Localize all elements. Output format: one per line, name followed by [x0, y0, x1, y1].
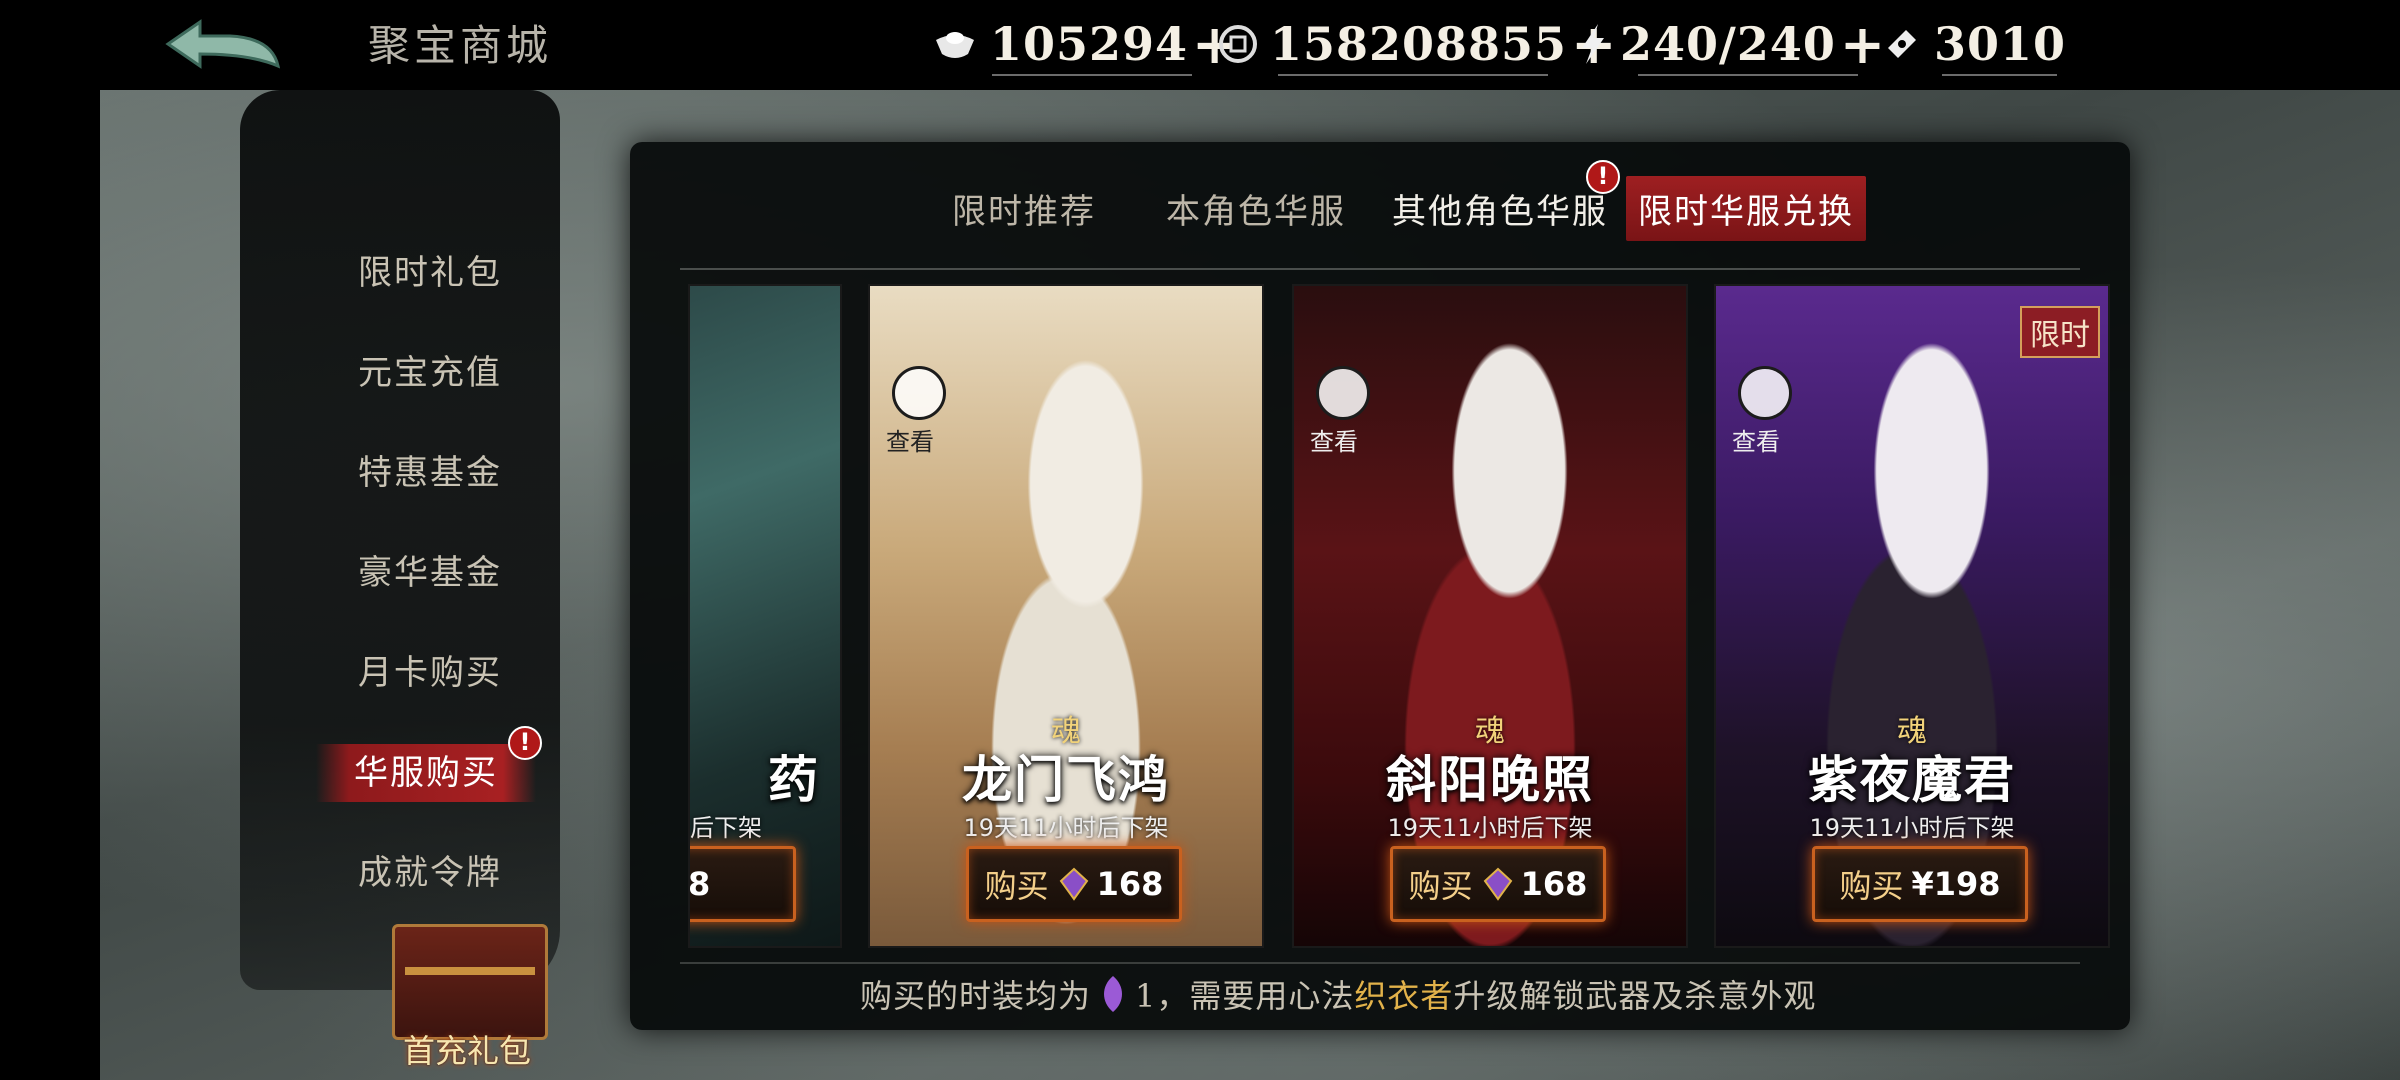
sidebar-item-discount-fund[interactable]: 特惠基金	[320, 444, 540, 502]
costume-card[interactable]: 查看 魂 龙门飞鸿 19天11小时后下架 购买 168	[868, 284, 1264, 948]
top-bar: 聚宝商城 105294 + 158208855 + 240/240 + 3010	[0, 0, 2400, 90]
costume-timer: 19天11小时后下架	[1387, 814, 1593, 842]
soul-gem-icon	[1483, 867, 1512, 901]
view-button[interactable]: 查看	[882, 366, 952, 456]
buy-button[interactable]: 购买 168	[966, 846, 1182, 922]
footer-text-2: 1，需要用心法	[1135, 977, 1355, 1015]
add-stamina-button[interactable]: +	[1840, 17, 1885, 71]
treasure-chest-icon	[392, 924, 548, 1040]
view-button[interactable]: 查看	[1306, 366, 1376, 456]
sidebar-item-costume-purchase[interactable]: 华服购买	[316, 744, 536, 802]
sidebar-item-luxury-fund[interactable]: 豪华基金	[320, 544, 540, 602]
ticket-icon	[1882, 21, 1922, 67]
costume-timer: 19天11小时后下架	[1809, 814, 2015, 842]
costume-name: 紫夜魔君	[1808, 750, 2016, 809]
silver-ingot-icon	[932, 21, 978, 67]
footer-text-3: 升级解锁武器及杀意外观	[1453, 977, 1817, 1015]
tab-alert-badge: !	[1586, 160, 1620, 194]
soul-gem-icon	[1059, 867, 1088, 901]
stamina-amount: 240/240	[1620, 17, 1836, 71]
coin-amount: 158208855	[1270, 17, 1568, 71]
soul-gem-icon	[1104, 976, 1123, 1012]
footer-divider	[680, 962, 2080, 964]
tab-limited-costume-exchange[interactable]: 限时华服兑换	[1626, 176, 1866, 241]
sidebar-item-achievement-token[interactable]: 成就令牌	[320, 844, 540, 902]
footer-text-1: 购买的时装均为	[860, 977, 1092, 1015]
silver-resource: 105294 +	[932, 14, 1237, 76]
ticket-resource: 3010	[1882, 14, 2065, 76]
costume-name: 斜阳晚照	[1386, 750, 1594, 809]
sidebar-item-yuanbao-recharge[interactable]: 元宝充值	[320, 344, 540, 402]
first-charge-label: 首充礼包	[402, 1032, 531, 1070]
footer-highlight[interactable]: 织衣者	[1354, 971, 1453, 1017]
stamina-resource: 240/240 +	[1578, 14, 1885, 76]
lightning-icon	[1578, 21, 1608, 67]
magnifier-icon	[1738, 366, 1792, 420]
magnifier-icon	[1316, 366, 1370, 420]
costume-timer: 19天11小时后下架	[963, 814, 1169, 842]
tab-divider	[680, 268, 2080, 270]
costume-name-fragment: 药	[768, 750, 820, 809]
first-charge-gift-button[interactable]: 首充礼包	[372, 914, 562, 1074]
magnifier-icon	[892, 366, 946, 420]
view-button[interactable]: 查看	[1728, 366, 1798, 456]
sidebar-alert-badge: !	[508, 726, 542, 760]
silver-amount: 105294	[990, 17, 1189, 71]
buy-button[interactable]: 购买 168	[1390, 846, 1606, 922]
ticket-amount: 3010	[1934, 17, 2067, 71]
sidebar-item-limited-gift[interactable]: 限时礼包	[320, 244, 540, 302]
tab-limited-recommend[interactable]: 限时推荐	[952, 184, 1096, 233]
costume-card[interactable]: 查看 魂 斜阳晚照 19天11小时后下架 购买 168	[1292, 284, 1688, 948]
buy-button[interactable]: 购买 ¥198	[1812, 846, 2028, 922]
limited-badge: 限时	[2020, 306, 2100, 358]
costume-name: 龙门飞鸿	[962, 750, 1170, 809]
page-title: 聚宝商城	[368, 21, 553, 70]
sidebar-item-monthly-card[interactable]: 月卡购买	[320, 644, 540, 702]
coin-resource: 158208855 +	[1218, 14, 1616, 76]
tab-other-character-costume[interactable]: 其他角色华服	[1392, 184, 1608, 233]
buy-button-partial[interactable]: 68	[690, 846, 796, 922]
costume-timer-fragment: 后下架	[690, 814, 762, 842]
back-arrow-icon[interactable]	[160, 14, 290, 76]
tab-own-character-costume[interactable]: 本角色华服	[1166, 184, 1346, 233]
coin-icon	[1218, 21, 1258, 67]
costume-card-partial[interactable]: 药 后下架 68	[688, 284, 842, 948]
footer-note: 购买的时装均为 1，需要用心法 织衣者 升级解锁武器及杀意外观	[860, 970, 1900, 1018]
costume-card[interactable]: 限时 查看 魂 紫夜魔君 19天11小时后下架 购买 ¥198	[1714, 284, 2110, 948]
